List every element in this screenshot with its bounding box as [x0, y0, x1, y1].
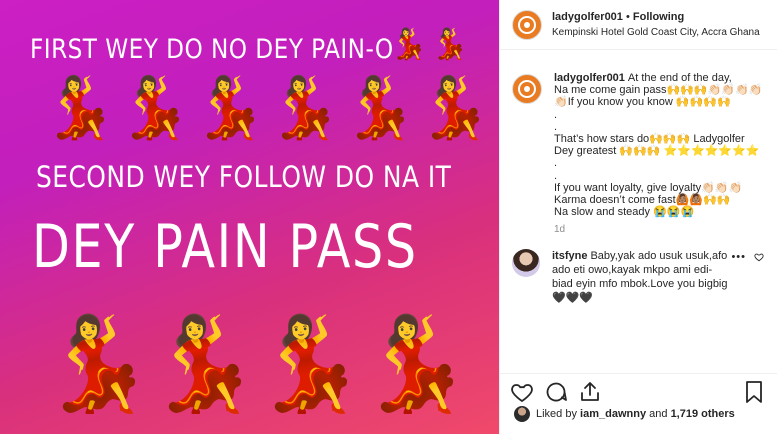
location-link[interactable]: Kempinski Hotel Gold Coast City, Accra G…	[552, 25, 760, 40]
likes-count[interactable]: 1,719 others	[671, 408, 735, 420]
liker-avatar[interactable]	[514, 406, 530, 422]
dancer-emoji: 💃	[117, 74, 192, 141]
likes-summary: Liked by iam_dawnny and 1,719 others	[514, 406, 735, 422]
dancer-emoji: 💃	[267, 74, 342, 141]
dancer-emoji: 💃	[417, 74, 492, 141]
dancer-emoji: 💃	[431, 28, 469, 61]
caption-line: Na slow and steady 😭😭😭	[554, 206, 695, 219]
more-options-icon[interactable]: •••	[731, 251, 746, 263]
post-side-panel: ladygolfer001 • Following Kempinski Hote…	[499, 0, 777, 434]
dancer-emoji: 💃	[40, 313, 155, 415]
header-text: ladygolfer001 • Following Kempinski Hote…	[552, 10, 760, 40]
post-header: ladygolfer001 • Following Kempinski Hote…	[500, 0, 777, 50]
post-image[interactable]: FIRST WEY DO NO DEY PAIN-O 💃 💃 💃 💃 💃 💃 💃…	[0, 0, 499, 434]
likes-conjunction: and	[649, 408, 668, 420]
avatar-emblem-icon	[518, 80, 536, 98]
avatar-emblem-icon	[518, 15, 536, 34]
image-text-line-2: SECOND WEY FOLLOW DO NA IT	[36, 160, 452, 194]
comment-actions: •••	[731, 251, 764, 263]
image-text-line-3: DEY PAIN PASS	[32, 212, 418, 282]
caption-line: .	[554, 169, 558, 182]
caption-avatar[interactable]	[512, 74, 542, 104]
caption-line: Dey greatest 🙌🙌🙌 ⭐️⭐️⭐️⭐️⭐️⭐️⭐️	[554, 145, 760, 158]
dancer-emoji: 💃	[252, 313, 367, 415]
caption-username[interactable]: ladygolfer001	[554, 72, 625, 84]
post-actions-bar	[500, 373, 777, 405]
caption-line: If you want loyalty, give loyalty👏🏻👏🏻👏🏻	[554, 181, 743, 194]
caption-line: 👏🏻If you know you know 🙌🙌🙌🙌	[554, 96, 731, 109]
follow-button[interactable]: Following	[633, 11, 684, 23]
caption-first-line: ladygolfer001 At the end of the day,	[554, 72, 764, 84]
dancer-emoji: 💃	[192, 74, 267, 141]
image-text-line-1: FIRST WEY DO NO DEY PAIN-O	[30, 34, 394, 65]
caption-line: .	[554, 157, 558, 170]
dancer-emoji: 💃	[342, 74, 417, 141]
caption-line: .	[554, 120, 558, 133]
header-separator: •	[622, 10, 633, 23]
like-heart-icon[interactable]	[510, 380, 534, 404]
inline-dancers: 💃 💃	[390, 30, 469, 60]
comments-section[interactable]: ladygolfer001 At the end of the day, Na m…	[500, 60, 777, 360]
caption-timestamp[interactable]: 1d	[554, 224, 764, 236]
caption-body: ladygolfer001 At the end of the day, Na m…	[554, 72, 764, 237]
comment-username[interactable]: itsfyne	[552, 250, 587, 262]
caption-line: That’s how stars do🙌🙌🙌 Ladygolfer	[554, 133, 745, 146]
caption-text: At the end of the day,	[627, 72, 732, 84]
header-username[interactable]: ladygolfer001	[552, 11, 623, 23]
dancer-row-top: 💃 💃 💃 💃 💃 💃	[42, 74, 492, 148]
caption-line: .	[554, 108, 558, 121]
caption: ladygolfer001 At the end of the day, Na m…	[512, 72, 764, 237]
share-icon[interactable]	[578, 380, 602, 404]
comment-item: itsfyne Baby,yak ado usuk usuk,afo ado et…	[512, 248, 764, 305]
comment-like-heart-icon[interactable]	[754, 252, 764, 262]
avatar[interactable]	[512, 9, 542, 40]
caption-line: Na me come gain pass🙌🙌🙌👏🏻👏🏻👏🏻👏🏻	[554, 84, 763, 97]
comment-bubble-icon[interactable]	[544, 380, 568, 404]
bookmark-icon[interactable]	[742, 380, 766, 404]
dancer-emoji: 💃	[146, 313, 261, 415]
dancer-row-bottom: 💃 💃 💃 💃	[40, 313, 473, 418]
dancer-emoji: 💃	[390, 28, 428, 61]
commenter-avatar[interactable]	[512, 248, 540, 277]
dancer-emoji: 💃	[42, 74, 117, 141]
dancer-emoji: 💃	[358, 313, 473, 415]
comment-body: itsfyne Baby,yak ado usuk usuk,afo ado et…	[552, 249, 732, 305]
caption-line: Karma doesn’t come fast🙆🏽🙆🏽🙌🙌	[554, 194, 731, 207]
likes-prefix: Liked by	[536, 408, 577, 420]
liker-username[interactable]: iam_dawnny	[580, 408, 646, 420]
